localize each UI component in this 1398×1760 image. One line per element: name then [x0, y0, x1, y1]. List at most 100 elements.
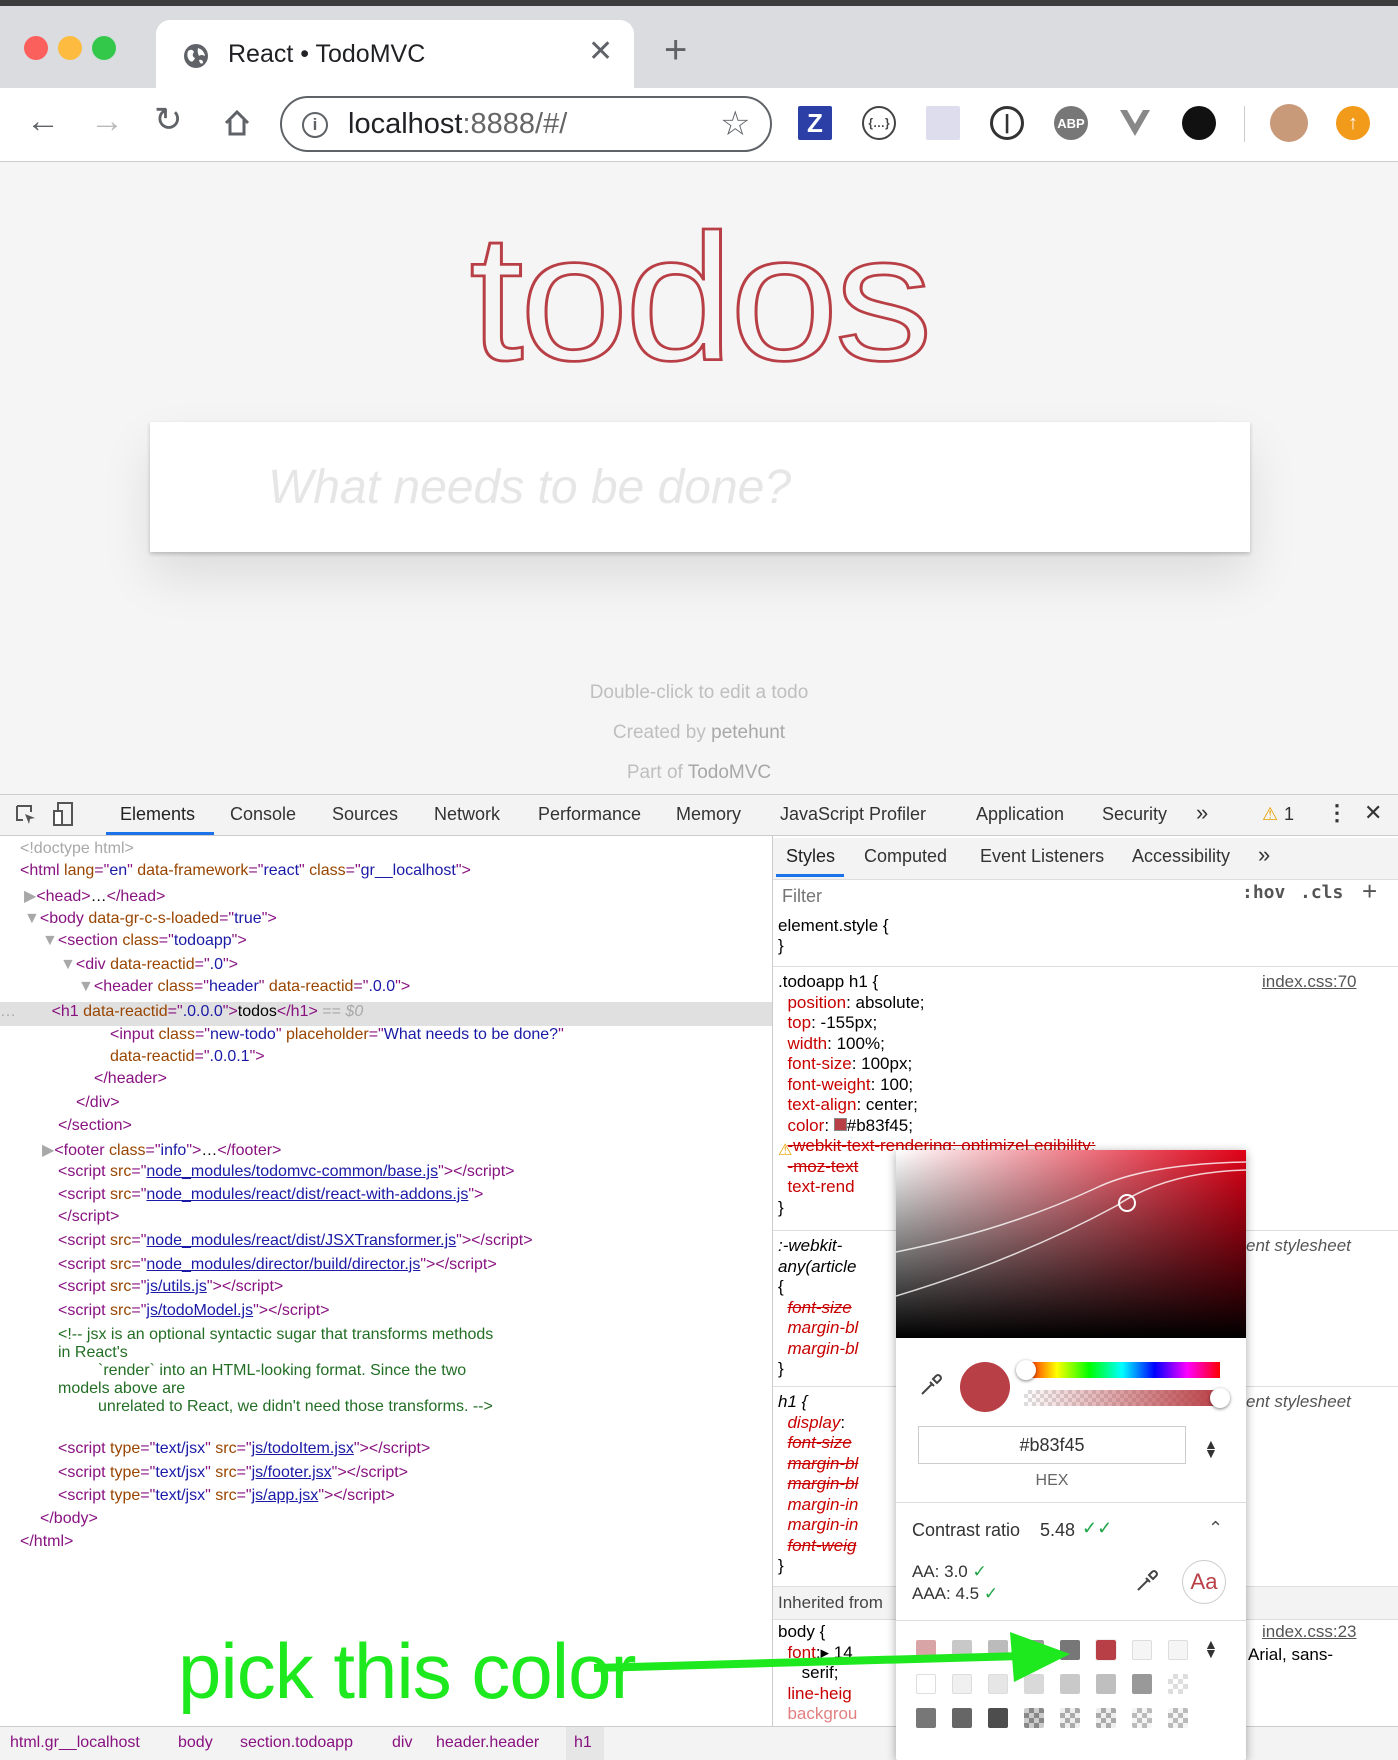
- warning-icon[interactable]: ⚠: [1262, 804, 1278, 825]
- source-link[interactable]: index.css:70: [1262, 972, 1357, 992]
- palette-swatch[interactable]: [952, 1708, 972, 1728]
- reload-icon[interactable]: ↻: [154, 100, 183, 140]
- color-handle[interactable]: [1118, 1194, 1136, 1212]
- dom-line[interactable]: ▼<header class="header" data-reactid=".0…: [78, 978, 410, 996]
- maximize-window-icon[interactable]: [92, 36, 116, 60]
- palette-swatch[interactable]: [1060, 1708, 1080, 1728]
- close-tab-icon[interactable]: ✕: [588, 34, 613, 69]
- browser-tab[interactable]: React • TodoMVC ✕: [156, 20, 634, 88]
- cls-toggle[interactable]: .cls: [1300, 882, 1343, 903]
- close-window-icon[interactable]: [24, 36, 48, 60]
- zotero-extension-icon[interactable]: Z: [798, 106, 832, 140]
- tab-computed[interactable]: Computed: [864, 846, 947, 867]
- tab-memory[interactable]: Memory: [676, 804, 741, 825]
- dom-line[interactable]: <script type="text/jsx" src="js/todoItem…: [58, 1440, 430, 1458]
- breadcrumb-item[interactable]: div: [392, 1734, 412, 1752]
- palette-swatch[interactable]: [1096, 1708, 1116, 1728]
- saturation-value-area[interactable]: [896, 1150, 1246, 1338]
- json-extension-icon[interactable]: {…}: [862, 106, 896, 140]
- tab-javascript-profiler[interactable]: JavaScript Profiler: [780, 804, 926, 825]
- dom-line[interactable]: data-reactid=".0.0.1">: [110, 1048, 265, 1066]
- tab-console[interactable]: Console: [230, 804, 296, 825]
- palette-swatch[interactable]: [916, 1708, 936, 1728]
- devtools-menu-icon[interactable]: ⋮: [1326, 800, 1348, 826]
- breadcrumb-item[interactable]: body: [178, 1734, 213, 1752]
- dom-line[interactable]: <!doctype html>: [20, 840, 134, 858]
- back-icon[interactable]: ←: [26, 102, 60, 141]
- dom-line[interactable]: </html>: [20, 1533, 73, 1551]
- palette-swatch[interactable]: [1168, 1674, 1188, 1694]
- tab-elements[interactable]: Elements: [120, 804, 195, 825]
- palette-swatch[interactable]: [1096, 1674, 1116, 1694]
- palette-swatch[interactable]: [988, 1708, 1008, 1728]
- dom-line[interactable]: <script src="js/utils.js"></script>: [58, 1278, 283, 1296]
- dom-line[interactable]: ▶<footer class="info">…</footer>: [42, 1140, 281, 1160]
- hue-slider[interactable]: [1024, 1362, 1220, 1378]
- dom-line[interactable]: </div>: [76, 1094, 120, 1112]
- new-tab-icon[interactable]: +: [664, 28, 687, 73]
- tab-accessibility[interactable]: Accessibility: [1132, 846, 1230, 867]
- dom-line[interactable]: <html lang="en" data-framework="react" c…: [20, 862, 471, 880]
- device-toolbar-icon[interactable]: [52, 801, 76, 829]
- style-rule-h1[interactable]: h1 { display: font-size margin-bl margin…: [778, 1392, 858, 1577]
- more-tabs-icon[interactable]: »: [1196, 800, 1208, 826]
- adblock-extension-icon[interactable]: ABP: [1054, 106, 1088, 140]
- dom-line[interactable]: ▼<section class="todoapp">: [42, 932, 247, 950]
- bookmark-star-icon[interactable]: ☆: [720, 104, 750, 144]
- palette-swatch[interactable]: [1168, 1708, 1188, 1728]
- close-devtools-icon[interactable]: ✕: [1364, 800, 1382, 826]
- home-icon[interactable]: [222, 108, 252, 138]
- dom-line[interactable]: </body>: [40, 1510, 98, 1528]
- palette-swatch[interactable]: [1024, 1708, 1044, 1728]
- tab-network[interactable]: Network: [434, 804, 500, 825]
- address-bar[interactable]: i localhost:8888/#/ ☆: [280, 96, 772, 152]
- eyedropper-icon[interactable]: [918, 1372, 944, 1398]
- palette-swatch[interactable]: [1168, 1640, 1188, 1660]
- tab-sources[interactable]: Sources: [332, 804, 398, 825]
- palette-swatch-target[interactable]: [1095, 1639, 1117, 1661]
- source-link[interactable]: index.css:23: [1262, 1622, 1357, 1642]
- breadcrumb-item[interactable]: header.header: [436, 1734, 539, 1752]
- dom-comment[interactable]: <!-- jsx is an optional syntactic sugar …: [58, 1326, 493, 1416]
- palette-toggle-icon[interactable]: ▲ ▼: [1204, 1637, 1218, 1660]
- tab-security[interactable]: Security: [1102, 804, 1167, 825]
- dom-line-selected[interactable]: … <h1 data-reactid=".0.0.0">todos</h1> =…: [0, 1003, 363, 1021]
- dom-line[interactable]: <script type="text/jsx" src="js/footer.j…: [58, 1464, 408, 1482]
- eyedropper-icon[interactable]: [1134, 1568, 1160, 1594]
- styles-filter-input[interactable]: [776, 880, 1224, 912]
- new-style-rule-icon[interactable]: +: [1362, 876, 1377, 907]
- chevron-up-icon[interactable]: ⌃: [1208, 1518, 1223, 1539]
- breadcrumb-item[interactable]: section.todoapp: [240, 1734, 353, 1752]
- author-link[interactable]: petehunt: [711, 722, 785, 743]
- dom-line[interactable]: <script src="node_modules/react/dist/rea…: [58, 1186, 483, 1204]
- tab-event-listeners[interactable]: Event Listeners: [980, 846, 1104, 867]
- palette-swatch[interactable]: [1132, 1640, 1152, 1660]
- dom-line[interactable]: <script src="node_modules/react/dist/JSX…: [58, 1232, 533, 1250]
- dom-line[interactable]: ▼<body data-gr-c-s-loaded="true">: [24, 910, 277, 928]
- palette-swatch[interactable]: [1132, 1708, 1152, 1728]
- dom-line[interactable]: </header>: [94, 1070, 167, 1088]
- alpha-slider-knob[interactable]: [1210, 1388, 1230, 1408]
- hex-input[interactable]: #b83f45: [918, 1426, 1186, 1464]
- forward-icon[interactable]: →: [90, 102, 124, 141]
- hov-toggle[interactable]: :hov: [1242, 882, 1285, 903]
- dom-line[interactable]: <script src="node_modules/todomvc-common…: [58, 1163, 514, 1181]
- format-toggle-icon[interactable]: ▲ ▼: [1204, 1437, 1218, 1460]
- inspect-element-icon[interactable]: [14, 803, 38, 827]
- dom-line[interactable]: <script src="js/todoModel.js"></script>: [58, 1302, 330, 1320]
- tab-application[interactable]: Application: [976, 804, 1064, 825]
- style-rule[interactable]: element.style { }: [778, 916, 889, 956]
- dom-line[interactable]: <script type="text/jsx" src="js/app.jsx"…: [58, 1487, 395, 1505]
- palette-swatch[interactable]: [1132, 1674, 1152, 1694]
- dom-line[interactable]: <input class="new-todo" placeholder="Wha…: [110, 1026, 564, 1044]
- dom-line[interactable]: ▶<head>…</head>: [24, 886, 165, 906]
- more-sidebar-tabs-icon[interactable]: »: [1258, 842, 1270, 868]
- tab-styles[interactable]: Styles: [786, 846, 835, 867]
- breadcrumb-item-current[interactable]: h1: [574, 1734, 592, 1752]
- onepassword-extension-icon[interactable]: |: [990, 106, 1024, 140]
- update-icon[interactable]: ↑: [1336, 106, 1370, 140]
- vue-extension-icon[interactable]: [1118, 108, 1152, 138]
- avatar[interactable]: [1270, 104, 1308, 142]
- dom-line[interactable]: <script src="node_modules/director/build…: [58, 1256, 497, 1274]
- site-info-icon[interactable]: i: [302, 112, 328, 138]
